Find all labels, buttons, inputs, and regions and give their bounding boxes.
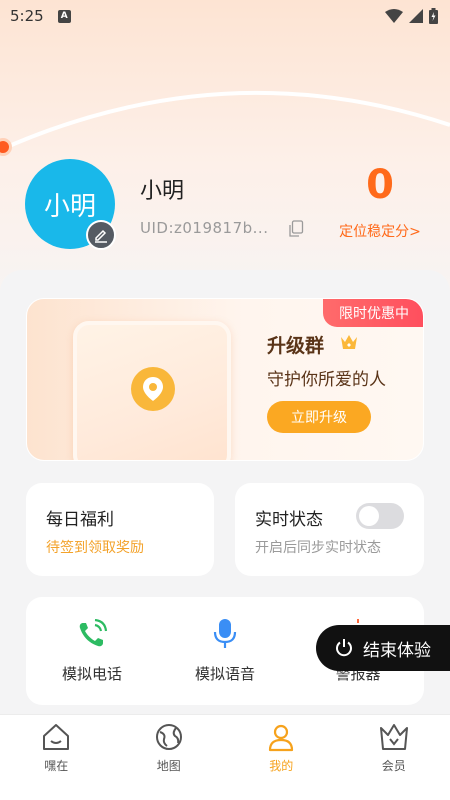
realtime-status-toggle[interactable] [356, 503, 404, 529]
status-bar: 5:25 A [0, 0, 450, 32]
realtime-status-subtitle: 开启后同步实时状态 [255, 540, 381, 556]
realtime-status-title: 实时状态 [255, 510, 323, 530]
pencil-icon [95, 229, 107, 243]
promo-title: 升级群 [267, 335, 325, 357]
crown-icon [378, 721, 410, 753]
tab-vip[interactable]: 会员 [338, 715, 450, 800]
toggle-knob [359, 506, 379, 526]
daily-bonus-title: 每日福利 [46, 510, 114, 530]
house-icon [41, 721, 71, 753]
bottom-tab-bar: 嘿在 地图 我的 会员 [0, 714, 450, 800]
wifi-icon [385, 9, 403, 23]
tab-mine[interactable]: 我的 [225, 715, 338, 800]
fake-voice-button[interactable]: 模拟语音 [159, 597, 291, 705]
fake-call-label: 模拟电话 [61, 665, 122, 683]
status-time: 5:25 [10, 7, 44, 25]
microphone-icon [212, 619, 238, 649]
limited-offer-badge: 限时优惠中 [323, 299, 423, 327]
user-uid: UID:z019817b... [140, 219, 269, 237]
avatar-text: 小明 [43, 191, 96, 222]
tab-vip-label: 会员 [381, 759, 406, 773]
tab-mine-label: 我的 [269, 759, 294, 773]
end-trial-label: 结束体验 [363, 640, 431, 661]
end-trial-button[interactable]: 结束体验 [316, 625, 450, 671]
user-name: 小明 [140, 179, 185, 204]
upgrade-promo-card[interactable]: 限时优惠中 升级群 守护你所爱的人 立即升级 [26, 298, 424, 461]
copy-icon[interactable] [288, 220, 304, 238]
tab-map-label: 地图 [156, 759, 181, 773]
daily-bonus-card[interactable]: 每日福利 待签到领取奖励 [26, 483, 214, 576]
power-icon [336, 639, 352, 657]
upgrade-now-button[interactable]: 立即升级 [267, 401, 371, 433]
battery-icon [429, 8, 438, 24]
decorative-arc [0, 90, 450, 152]
promo-subtitle: 守护你所爱的人 [267, 370, 386, 390]
daily-bonus-subtitle: 待签到领取奖励 [46, 540, 144, 556]
phone-icon [75, 619, 109, 649]
crown-icon [341, 335, 357, 349]
fake-voice-label: 模拟语音 [194, 665, 255, 683]
stability-score-value: 0 [366, 162, 394, 208]
edit-avatar-button[interactable] [86, 220, 116, 250]
tab-home-label: 嘿在 [44, 759, 69, 773]
person-icon [266, 721, 296, 753]
stability-score-link[interactable]: 定位稳定分> [330, 221, 430, 241]
fake-call-button[interactable]: 模拟电话 [26, 597, 158, 705]
realtime-status-card: 实时状态 开启后同步实时状态 [235, 483, 424, 576]
signal-icon [409, 9, 423, 23]
location-pin-icon [131, 367, 175, 411]
globe-icon [154, 721, 184, 753]
tab-home[interactable]: 嘿在 [0, 715, 113, 800]
notification-icon: A [57, 9, 71, 23]
tab-map[interactable]: 地图 [113, 715, 226, 800]
